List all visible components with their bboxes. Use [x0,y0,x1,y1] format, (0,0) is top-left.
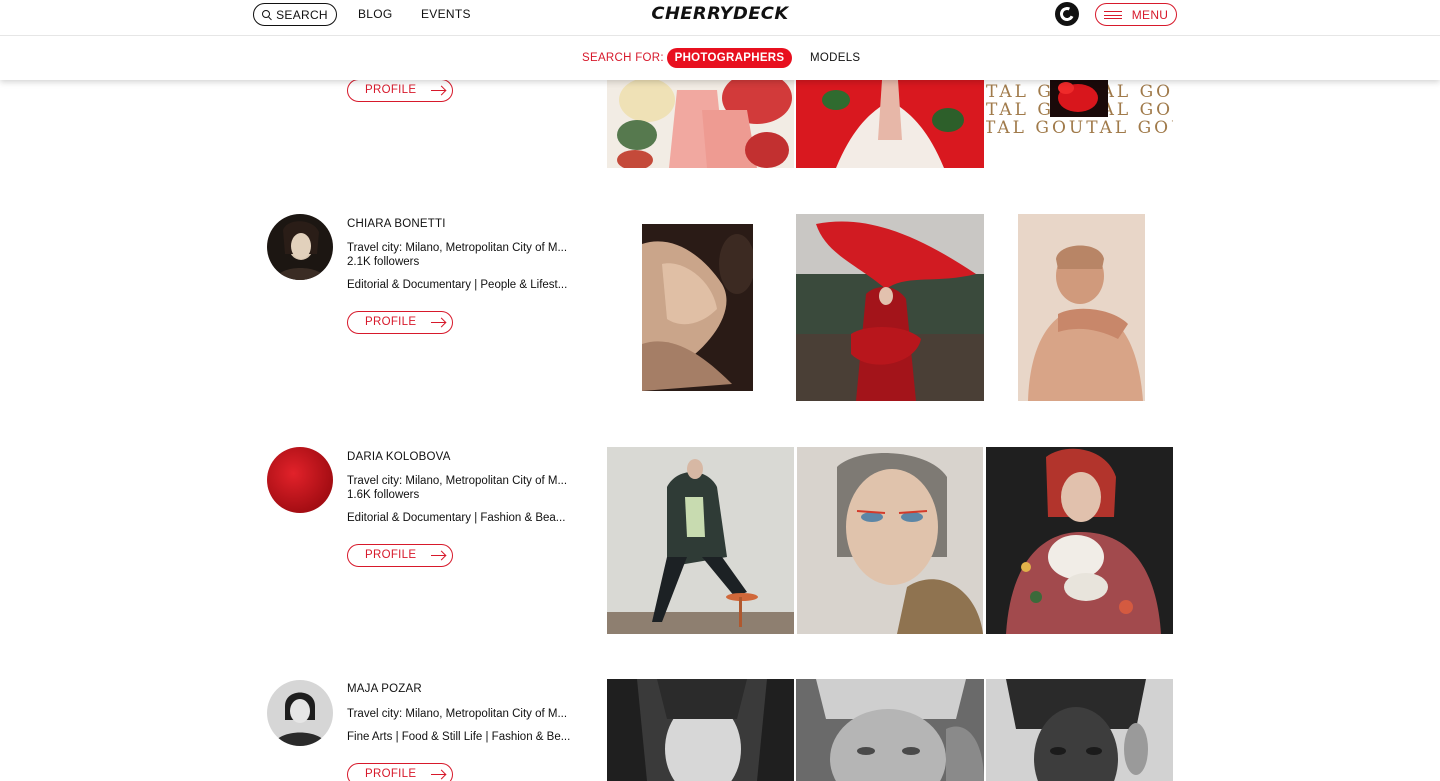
profile-button-label: PROFILE [365,768,417,780]
search-button-label: SEARCH [276,7,328,22]
photographer-name[interactable]: MAJA POZAR [347,683,422,695]
portfolio-photo[interactable] [607,679,794,781]
menu-button-label: MENU [1131,7,1169,22]
filter-photographers[interactable]: PHOTOGRAPHERS [667,48,792,68]
search-filter-bar: SEARCH FOR: PHOTOGRAPHERS MODELS [0,37,1440,80]
portfolio-photo[interactable] [607,80,794,168]
top-nav-bar: SEARCH BLOG EVENTS CHERRYDECK MENU [0,0,1440,36]
profile-button-label: PROFILE [365,549,417,561]
portfolio-photo[interactable] [642,224,753,391]
search-icon [262,10,271,18]
arrow-right-icon [431,774,445,775]
photographer-name[interactable]: CHIARA BONETTI [347,218,446,230]
menu-button[interactable]: MENU [1095,3,1177,26]
brand-circle-icon[interactable] [1055,2,1079,26]
nav-link-events[interactable]: EVENTS [421,7,471,21]
photographer-travel-city: Travel city: Milano, Metropolitan City o… [347,708,568,720]
profile-button-label: PROFILE [365,84,417,96]
search-for-label: SEARCH FOR: [582,52,664,64]
portfolio-photo[interactable] [607,447,794,634]
hamburger-icon [1103,10,1122,19]
site-header: SEARCH BLOG EVENTS CHERRYDECK MENU SEARC… [0,0,1440,80]
arrow-right-icon [431,555,445,556]
goutal-pattern-text: TAL GOUTAL GOUTAL GOUTAL [986,118,1173,138]
portfolio-photo[interactable] [1018,214,1145,401]
avatar[interactable] [267,447,333,513]
photographer-name[interactable]: DARIA KOLOBOVA [347,451,451,463]
arrow-right-icon [431,90,445,91]
portfolio-photo[interactable] [796,214,984,401]
profile-button[interactable]: PROFILE [347,311,453,334]
photographer-travel-city: Travel city: Milano, Metropolitan City o… [347,475,568,487]
photographer-specialties: Editorial & Documentary | People & Lifes… [347,279,568,291]
site-logo[interactable]: CHERRYDECK [615,4,825,24]
profile-button[interactable]: PROFILE [347,763,453,781]
photographer-followers: 2.1K followers [347,256,420,268]
portfolio-photo[interactable] [797,447,983,634]
portfolio-photo[interactable] [796,80,984,168]
profile-button-label: PROFILE [365,316,417,328]
search-button[interactable]: SEARCH [253,3,337,26]
portfolio-photo[interactable] [986,447,1173,634]
profile-button[interactable]: PROFILE [347,79,453,102]
arrow-right-icon [431,322,445,323]
photographer-travel-city: Travel city: Milano, Metropolitan City o… [347,242,568,254]
photographer-specialties: Editorial & Documentary | Fashion & Bea.… [347,512,566,524]
nav-link-blog[interactable]: BLOG [358,7,393,21]
profile-button[interactable]: PROFILE [347,544,453,567]
filter-models[interactable]: MODELS [810,52,860,64]
portfolio-photo[interactable] [796,679,984,781]
avatar[interactable] [267,680,333,746]
avatar[interactable] [267,214,333,280]
photographer-followers: 1.6K followers [347,489,420,501]
photographer-specialties: Fine Arts | Food & Still Life | Fashion … [347,731,571,743]
portfolio-photo-goutal[interactable]: TAL GOUTAL GOUTAL GOUTAL TAL GOUTAL GOUT… [986,80,1173,168]
portfolio-photo[interactable] [986,679,1173,781]
